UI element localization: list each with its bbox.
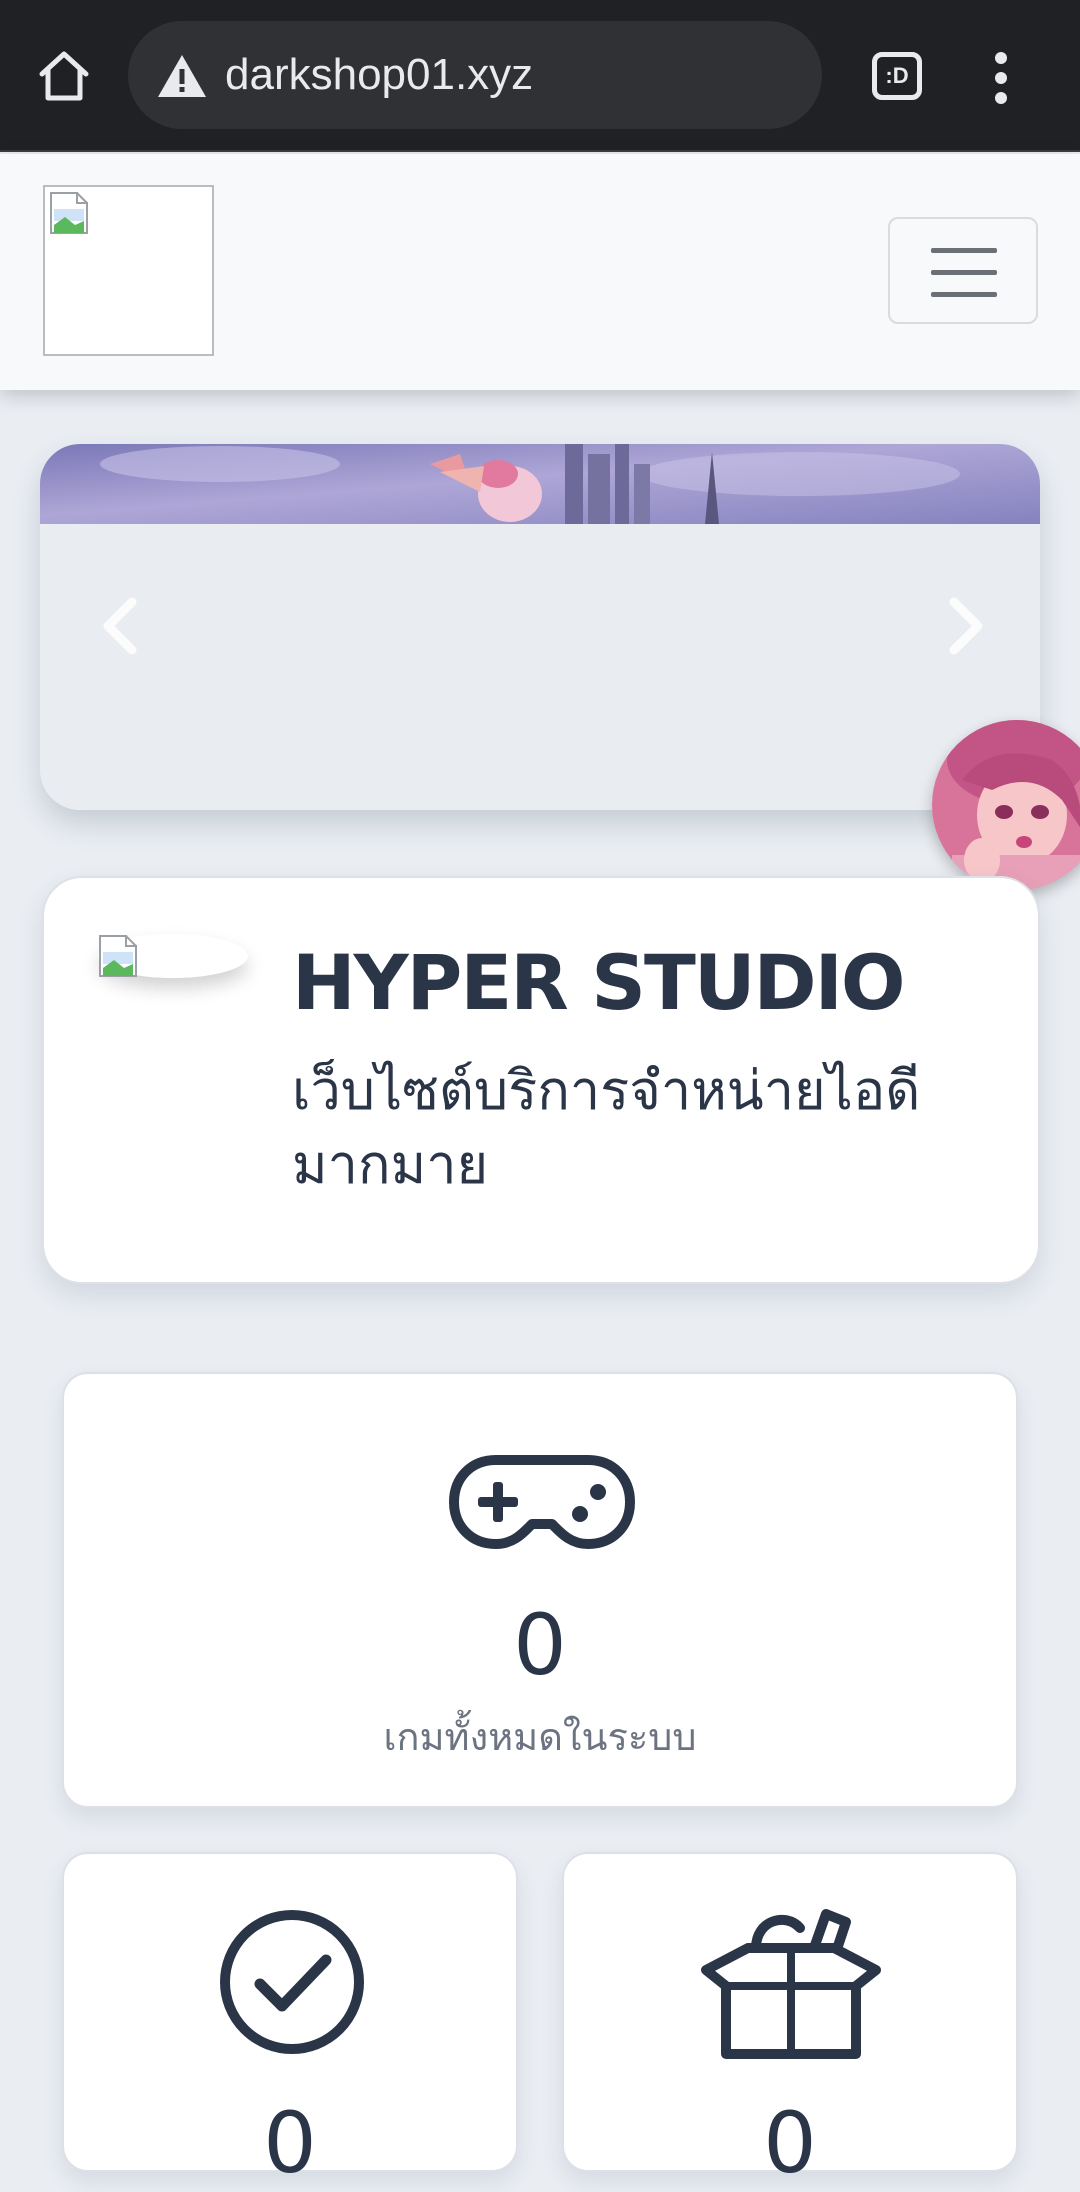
carousel-prev-icon[interactable]: [96, 596, 146, 656]
hamburger-line: [931, 248, 997, 253]
more-options-icon[interactable]: [986, 50, 1016, 106]
banner-image[interactable]: [40, 444, 1040, 524]
browser-toolbar: darkshop01.xyz :D: [0, 0, 1080, 152]
tab-switcher-button[interactable]: :D: [872, 52, 922, 100]
hamburger-line: [931, 292, 997, 297]
site-navbar: [0, 154, 1080, 390]
box-icon: [701, 1909, 881, 2059]
broken-image-icon: [50, 192, 88, 234]
shop-tagline: เว็บไซต์บริการจำหน่ายไอดีมากมาย: [292, 1059, 921, 1196]
total-games-value: 0: [513, 1596, 567, 1694]
check-circle-icon: [220, 1910, 364, 2054]
not-secure-warning-icon[interactable]: [156, 53, 208, 99]
stock-stat-card: 0: [562, 1852, 1018, 2192]
broken-image-icon: [99, 935, 137, 977]
total-games-stat-card: 0 เกมทั้งหมดในระบบ: [62, 1372, 1018, 1808]
nav-menu-toggle-button[interactable]: [888, 217, 1038, 324]
shop-name: HYPER STUDIO: [292, 938, 905, 1027]
total-games-label: เกมทั้งหมดในระบบ: [383, 1715, 697, 1759]
sold-stat-card: 0: [62, 1852, 518, 2192]
home-icon[interactable]: [34, 46, 94, 106]
banner-carousel[interactable]: [40, 444, 1040, 810]
sold-value: 0: [263, 2094, 317, 2192]
gamepad-icon: [449, 1455, 635, 1549]
carousel-next-icon[interactable]: [940, 596, 990, 656]
shop-logo: [98, 934, 248, 978]
shop-intro-card: HYPER STUDIO เว็บไซต์บริการจำหน่ายไอดีมา…: [42, 876, 1040, 1284]
stock-value: 0: [763, 2094, 817, 2192]
site-logo[interactable]: [43, 185, 214, 356]
url-text[interactable]: darkshop01.xyz: [225, 47, 533, 103]
hamburger-line: [931, 270, 997, 275]
address-bar[interactable]: darkshop01.xyz: [128, 21, 822, 129]
